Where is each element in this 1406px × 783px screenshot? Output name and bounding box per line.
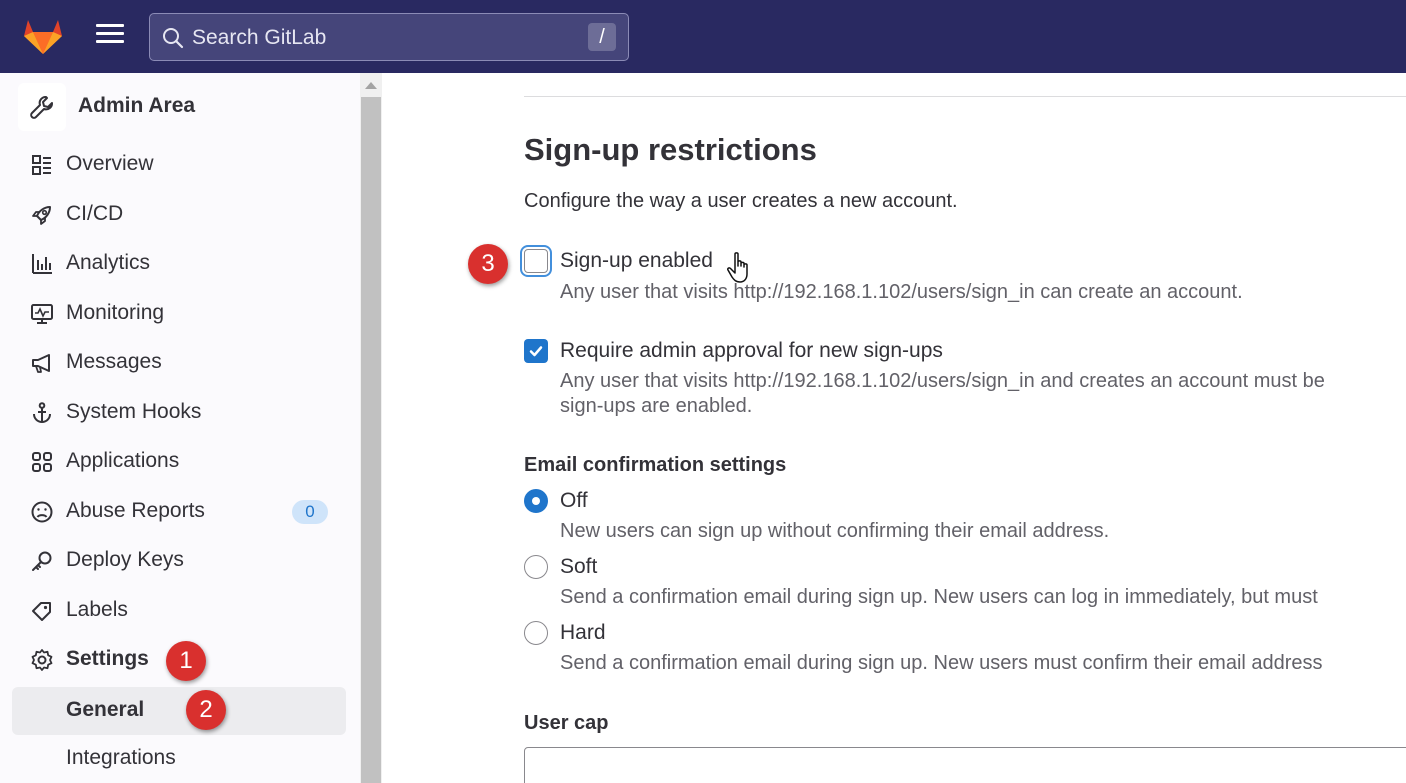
section-description: Configure the way a user creates a new a… <box>524 190 958 212</box>
signup-enabled-label[interactable]: Sign-up enabled <box>560 249 713 273</box>
rocket-icon <box>32 206 51 225</box>
megaphone-icon <box>32 354 50 373</box>
sidebar-item-deploy-keys[interactable]: Deploy Keys <box>0 538 350 584</box>
overview-icon <box>32 155 51 175</box>
gitlab-logo-icon[interactable] <box>22 16 64 56</box>
email-confirmation-soft-label[interactable]: Soft <box>560 555 597 579</box>
sidebar-item-label: Messages <box>66 350 162 373</box>
user-cap-input[interactable] <box>524 747 1406 783</box>
signup-enabled-checkbox[interactable] <box>524 249 548 273</box>
label-icon <box>32 602 51 621</box>
search-placeholder: Search GitLab <box>192 26 327 49</box>
search-icon <box>163 28 184 49</box>
search-input[interactable]: Search GitLab / <box>149 13 629 61</box>
sidebar-item-label: Monitoring <box>66 301 165 324</box>
anchor-icon <box>33 402 51 424</box>
sidebar-item-analytics[interactable]: Analytics <box>0 241 350 287</box>
sidebar-item-applications[interactable]: Applications <box>0 439 350 485</box>
scroll-thumb[interactable] <box>361 97 381 783</box>
step-marker-1: 1 <box>166 641 206 681</box>
sidebar-item-label: System Hooks <box>66 400 202 423</box>
chart-icon <box>32 254 52 274</box>
sidebar-subitem-general[interactable]: General <box>12 687 346 735</box>
scroll-up-arrow-icon[interactable] <box>365 82 377 89</box>
signup-enabled-help: Any user that visits http://192.168.1.10… <box>560 281 1243 303</box>
sidebar-scrollbar[interactable] <box>360 73 382 783</box>
checkmark-icon <box>529 346 543 357</box>
menu-icon[interactable] <box>96 24 124 48</box>
step-marker-3: 3 <box>468 244 508 284</box>
hand-cursor-icon <box>727 252 748 283</box>
email-confirmation-hard-radio[interactable] <box>524 621 548 645</box>
sidebar-item-label: Analytics <box>66 251 151 274</box>
abuse-icon <box>31 501 53 523</box>
email-confirmation-soft-help: Send a confirmation email during sign up… <box>560 586 1318 608</box>
section-heading: Sign-up restrictions <box>524 132 817 167</box>
step-marker-2: 2 <box>186 690 226 730</box>
sidebar-item-label: CI/CD <box>66 202 124 225</box>
section-divider <box>524 96 1406 97</box>
sidebar-item-labels[interactable]: Labels <box>0 588 350 634</box>
admin-approval-label[interactable]: Require admin approval for new sign-ups <box>560 339 943 363</box>
sidebar-item-monitoring[interactable]: Monitoring <box>0 291 350 337</box>
sidebar-subitem-integrations[interactable]: Integrations <box>0 736 350 782</box>
abuse-count-badge: 0 <box>292 500 328 524</box>
monitor-icon <box>31 304 53 324</box>
key-icon <box>32 551 52 571</box>
gear-icon <box>31 649 53 671</box>
admin-approval-help-line2: sign-ups are enabled. <box>560 395 753 417</box>
wrench-icon <box>18 83 66 131</box>
sidebar-item-cicd[interactable]: CI/CD <box>0 192 350 238</box>
sidebar-item-overview[interactable]: Overview <box>0 142 350 188</box>
sidebar-item-label: Applications <box>66 449 180 472</box>
sidebar-item-label: Settings <box>66 647 149 670</box>
sidebar-item-system-hooks[interactable]: System Hooks <box>0 390 350 436</box>
admin-area-header[interactable]: Admin Area <box>18 83 358 131</box>
sidebar-item-label: Overview <box>66 152 154 175</box>
sidebar-subitem-label: General <box>66 698 145 721</box>
top-bar: Search GitLab / <box>0 0 1406 73</box>
sidebar-item-abuse-reports[interactable]: Abuse Reports 0 <box>0 489 350 535</box>
search-shortcut-key: / <box>588 23 616 51</box>
user-cap-title: User cap <box>524 712 609 734</box>
sidebar-item-messages[interactable]: Messages <box>0 340 350 386</box>
sidebar-subitem-label: Integrations <box>66 746 176 769</box>
admin-approval-help-line1: Any user that visits http://192.168.1.10… <box>560 370 1325 392</box>
admin-approval-checkbox[interactable] <box>524 339 548 363</box>
email-confirmation-hard-label[interactable]: Hard <box>560 621 606 645</box>
applications-icon <box>32 452 52 472</box>
email-confirmation-off-help: New users can sign up without confirming… <box>560 520 1110 542</box>
email-confirmation-soft-radio[interactable] <box>524 555 548 579</box>
email-confirmation-off-label[interactable]: Off <box>560 489 588 513</box>
email-confirmation-hard-help: Send a confirmation email during sign up… <box>560 652 1323 674</box>
email-confirmation-off-radio[interactable] <box>524 489 548 513</box>
admin-area-title: Admin Area <box>78 94 196 117</box>
sidebar-item-label: Abuse Reports <box>66 499 205 522</box>
sidebar-item-label: Deploy Keys <box>66 548 184 571</box>
email-confirmation-title: Email confirmation settings <box>524 454 787 476</box>
sidebar-item-label: Labels <box>66 598 128 621</box>
